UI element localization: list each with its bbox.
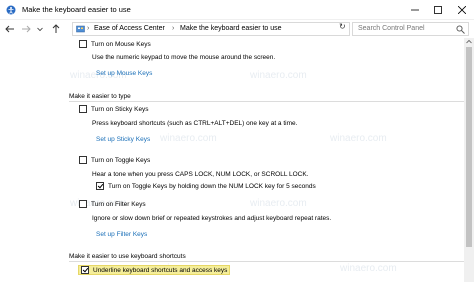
up-arrow-icon [52,24,60,33]
typing-section-heading: Make it easier to type [69,93,131,100]
refresh-button[interactable]: ↻ [339,22,346,31]
toggle-keys-numlock-label[interactable]: Turn on Toggle Keys by holding down the … [108,183,316,190]
watermark: winaero.com [250,70,307,81]
back-arrow-icon [5,25,14,33]
content-pane: winaero.com winaero.com winaero.com wina… [0,38,474,282]
watermark: winaero.com [330,133,387,144]
window-title: Make the keyboard easier to use [22,5,131,14]
chevron-up-icon [466,39,472,44]
toggle-keys-label[interactable]: Turn on Toggle Keys [91,157,150,164]
mouse-keys-checkbox[interactable] [79,40,87,48]
minimize-icon [411,9,419,11]
sticky-keys-description: Press keyboard shortcuts (such as CTRL+A… [92,120,298,127]
vertical-scrollbar[interactable] [464,38,474,282]
ease-of-access-icon [6,5,16,15]
set-up-mouse-keys-link[interactable]: Set up Mouse Keys [96,70,152,77]
mouse-keys-description: Use the numeric keypad to move the mouse… [92,54,276,61]
forward-button[interactable] [20,23,32,35]
filter-keys-option[interactable]: Turn on Filter Keys [79,200,146,208]
mouse-keys-option[interactable]: Turn on Mouse Keys [79,40,151,48]
close-icon [458,6,466,14]
set-up-sticky-keys-link[interactable]: Set up Sticky Keys [96,136,150,143]
minimize-button[interactable] [403,0,427,20]
close-button[interactable] [450,0,474,20]
sticky-keys-label[interactable]: Turn on Sticky Keys [91,106,149,113]
mouse-keys-label[interactable]: Turn on Mouse Keys [91,41,151,48]
toggle-keys-option[interactable]: Turn on Toggle Keys [79,156,150,164]
filter-keys-label[interactable]: Turn on Filter Keys [91,201,146,208]
recent-dropdown-icon [37,27,43,32]
maximize-icon [434,6,442,14]
maximize-button[interactable] [426,0,450,20]
watermark: winaero.com [160,133,217,144]
search-input[interactable]: Search Control Panel [358,25,425,32]
toggle-keys-numlock-option[interactable]: Turn on Toggle Keys by holding down the … [96,182,316,190]
navigation-bar: › Ease of Access Center › Make the keybo… [0,20,474,38]
sticky-keys-option[interactable]: Turn on Sticky Keys [79,105,149,113]
underline-shortcuts-checkbox[interactable] [81,266,89,274]
shortcuts-section-heading: Make it easier to use keyboard shortcuts [69,253,186,260]
address-bar[interactable]: › Ease of Access Center › Make the keybo… [72,22,405,36]
filter-keys-description: Ignore or slow down brief or repeated ke… [92,215,332,222]
title-bar: Make the keyboard easier to use [0,0,474,20]
section-divider [69,261,464,262]
refresh-icon: ↻ [339,22,346,31]
back-button[interactable] [4,23,16,35]
breadcrumb-ease-of-access-center[interactable]: Ease of Access Center [94,25,165,32]
sticky-keys-checkbox[interactable] [79,105,87,113]
filter-keys-checkbox[interactable] [79,200,87,208]
toggle-keys-description: Hear a tone when you press CAPS LOCK, NU… [92,171,309,178]
watermark: winaero.com [250,198,307,209]
section-divider [69,101,464,102]
breadcrumb-current-page[interactable]: Make the keyboard easier to use [180,25,282,32]
breadcrumb-separator: › [172,25,175,32]
toggle-keys-numlock-checkbox[interactable] [96,182,104,190]
up-button[interactable] [50,23,62,35]
scroll-up-button[interactable] [466,39,472,45]
scrollbar-thumb[interactable] [466,47,472,247]
breadcrumb-separator: › [87,25,90,32]
toggle-keys-checkbox[interactable] [79,156,87,164]
forward-arrow-icon [22,25,31,33]
control-panel-icon [76,25,85,34]
recent-locations-button[interactable] [36,23,44,35]
underline-shortcuts-option[interactable]: Underline keyboard shortcuts and access … [78,265,231,275]
underline-shortcuts-label[interactable]: Underline keyboard shortcuts and access … [93,267,227,274]
watermark: winaero.com [340,263,397,274]
search-box[interactable]: Search Control Panel [352,22,469,36]
set-up-filter-keys-link[interactable]: Set up Filter Keys [96,231,147,238]
search-icon [456,25,465,34]
